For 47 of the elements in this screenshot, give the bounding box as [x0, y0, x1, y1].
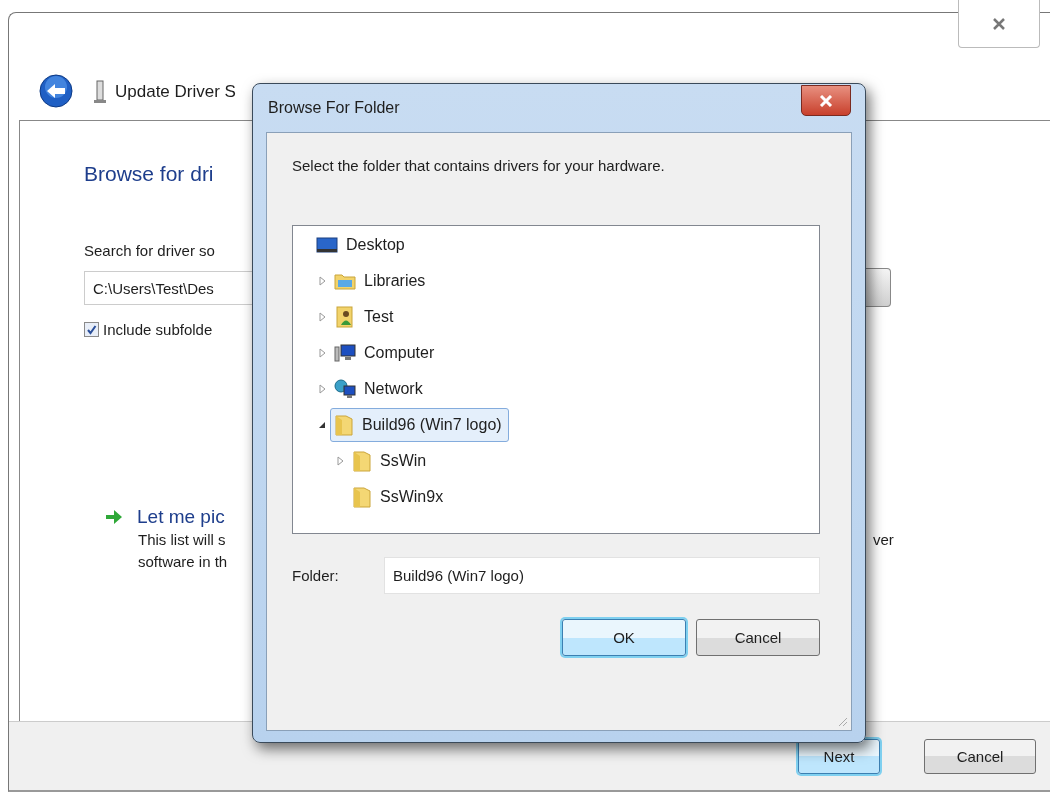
- instruction-text: Select the folder that contains drivers for your hardware.: [292, 157, 666, 174]
- folder-icon: [352, 450, 372, 472]
- library-icon: [334, 271, 356, 291]
- checkbox-label: Include subfolde: [103, 321, 213, 338]
- tree-item[interactable]: Computer: [330, 336, 442, 370]
- collapse-icon[interactable]: [318, 421, 326, 429]
- dialog-title: Browse For Folder: [268, 99, 400, 117]
- option-description: ver: [873, 530, 894, 548]
- checkbox[interactable]: [84, 322, 99, 337]
- tree-item[interactable]: SsWin9x: [348, 480, 451, 514]
- close-button[interactable]: [801, 85, 851, 116]
- folder-tree[interactable]: Desktop Libraries Test Computer Network Build96 (Win7 logo) SsWin SsWin9x: [292, 225, 820, 534]
- desktop-icon: [316, 236, 338, 254]
- cancel-button[interactable]: Cancel: [924, 738, 1036, 774]
- arrow-icon: [105, 509, 123, 525]
- folder-field[interactable]: Build96 (Win7 logo): [384, 557, 820, 594]
- expand-icon[interactable]: [318, 348, 326, 358]
- back-icon[interactable]: [39, 74, 73, 108]
- computer-icon: [334, 343, 356, 363]
- page-heading: Browse for dri: [84, 162, 214, 186]
- folder-icon: [334, 414, 354, 436]
- tree-item[interactable]: Build96 (Win7 logo): [330, 408, 509, 442]
- user-folder-icon: [334, 306, 356, 328]
- expand-icon[interactable]: [318, 276, 326, 286]
- window-title: Update Driver S: [115, 82, 236, 102]
- option-description: This list will s: [138, 530, 227, 548]
- tree-item[interactable]: Network: [330, 372, 430, 406]
- cancel-button[interactable]: Cancel: [696, 619, 820, 656]
- expand-icon[interactable]: [336, 456, 344, 466]
- tree-item[interactable]: Desktop: [312, 228, 412, 262]
- device-icon: [93, 80, 107, 104]
- expand-icon[interactable]: [318, 384, 326, 394]
- tree-item[interactable]: Libraries: [330, 264, 433, 298]
- expand-icon[interactable]: [318, 312, 326, 322]
- network-icon: [334, 379, 356, 399]
- ok-button[interactable]: OK: [562, 619, 686, 656]
- folder-icon: [352, 486, 372, 508]
- folder-label: Folder:: [292, 567, 340, 584]
- tree-item[interactable]: Test: [330, 300, 401, 334]
- close-icon: [992, 17, 1006, 30]
- option-title[interactable]: Let me pic: [137, 506, 225, 528]
- path-field[interactable]: C:\Users\Test\Des: [84, 270, 254, 305]
- search-label: Search for driver so: [84, 242, 215, 259]
- resize-grip-icon[interactable]: [838, 717, 848, 727]
- option-description: software in th: [138, 552, 229, 570]
- tree-item[interactable]: SsWin: [348, 444, 434, 478]
- close-icon: [819, 94, 833, 107]
